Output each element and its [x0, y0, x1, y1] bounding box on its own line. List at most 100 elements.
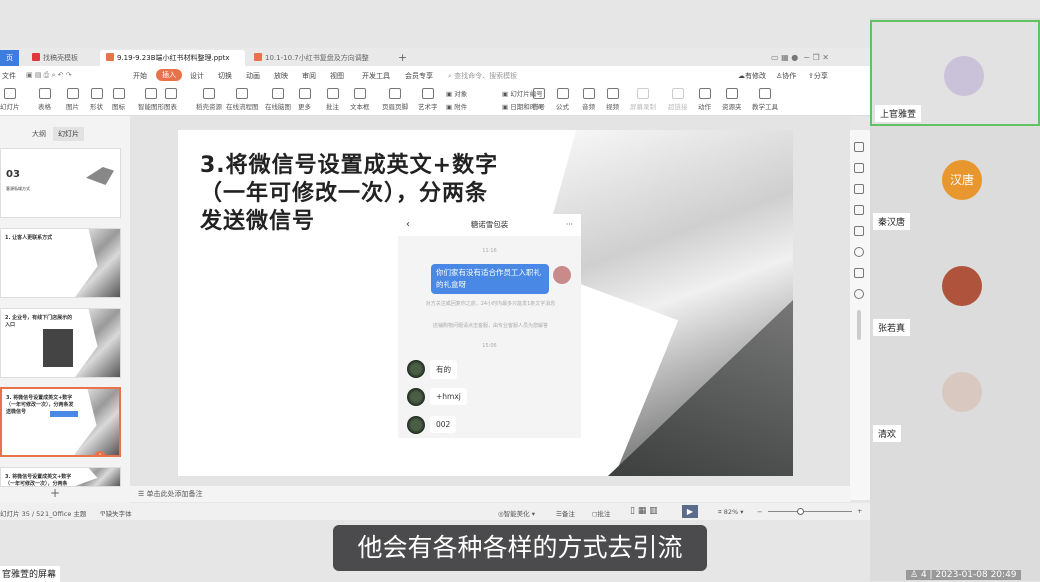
menu-review[interactable]: 审阅 — [302, 71, 316, 81]
menu-animation[interactable]: 动画 — [246, 71, 260, 81]
search-command[interactable]: ⌕ 查找命令、搜索模板 — [448, 71, 517, 81]
ribbon-button[interactable]: 智能图形 — [138, 88, 164, 111]
ribbon-button[interactable]: 符号 — [532, 88, 545, 111]
title-line: 3.将微信号设置成英文+数字 — [200, 153, 499, 178]
ribbon-label: 形状 — [90, 103, 103, 111]
zoom-out-button[interactable]: − — [757, 508, 762, 516]
tab-outline[interactable]: 大纲 — [32, 129, 46, 139]
add-slide-button[interactable]: + — [50, 486, 60, 500]
add-slide-icon[interactable]: + — [94, 451, 106, 455]
participant-tile[interactable]: 清欢 — [870, 338, 1040, 444]
slide-thumbnail-selected[interactable]: 3. 将微信号设置成英文+数字（一年可修改一次），分两条发送微信号 + — [0, 387, 121, 457]
ribbon-button[interactable]: 图片 — [66, 88, 79, 111]
ribbon-label: 页眉页脚 — [382, 103, 408, 111]
view-buttons[interactable]: ▯ ▦ ▥ — [630, 506, 658, 516]
ribbon-button[interactable]: 教学工具 — [752, 88, 778, 111]
meeting-info-text: 4 | 2023-01-08 20:49 — [920, 570, 1017, 580]
slide-thumbnail[interactable]: 3. 将微信号设置成英文+数字（一年可修改一次），分两条 — [0, 467, 121, 487]
ribbon-button[interactable]: 形状 — [90, 88, 103, 111]
ribbon-button[interactable]: 动作 — [698, 88, 711, 111]
ribbon-button[interactable]: 屏幕录制 — [630, 88, 656, 111]
pin-icon[interactable] — [854, 184, 864, 194]
ribbon-button[interactable]: 音频 — [582, 88, 595, 111]
ribbon-button[interactable]: ▣ 附件 — [446, 101, 467, 111]
ribbon-icon: ▣ — [446, 90, 455, 98]
menu-home[interactable]: 开始 — [133, 71, 147, 81]
search-placeholder: 查找命令、搜索模板 — [454, 72, 518, 80]
settings-icon[interactable] — [854, 163, 864, 173]
ribbon-label: 动作 — [698, 103, 711, 111]
ribbon-icon — [298, 88, 311, 99]
share-button[interactable]: ⇪分享 — [808, 71, 828, 81]
slide-thumbnail[interactable]: 1. 让客人更联系方式 — [0, 228, 121, 298]
ribbon-icon — [532, 88, 545, 99]
participant-tile[interactable]: 张若真 — [870, 232, 1040, 338]
zoom-in-button[interactable]: + — [857, 507, 862, 515]
beautify-button[interactable]: ◎智能美化 ▾ — [498, 508, 535, 518]
zoom-level[interactable]: ⌗ 82% ▾ — [718, 508, 744, 517]
tab-doc2[interactable]: 10.1-10.7小红书复盘及方向调整 — [248, 50, 375, 66]
ribbon-button[interactable]: 在线流程图 — [226, 88, 259, 111]
window-controls[interactable]: ▭ ▦ ● − ❐ ✕ — [765, 50, 835, 66]
ribbon-button[interactable]: 图表 — [164, 88, 177, 111]
menu-view[interactable]: 视图 — [330, 71, 344, 81]
property-icon[interactable] — [854, 142, 864, 152]
tab-home[interactable]: 页 — [0, 50, 19, 66]
ppt-icon — [254, 53, 262, 61]
shape-icon[interactable] — [854, 226, 864, 236]
menu-transition[interactable]: 切换 — [218, 71, 232, 81]
quick-access-toolbar[interactable]: ▣ ▤ ⎙ ⌕ ↶ ↷ — [26, 71, 72, 80]
tab-current-doc[interactable]: 9.19-9.23B端小红书材料整理.pptx — [100, 50, 245, 66]
collaborate-button[interactable]: ♙协作 — [776, 71, 796, 81]
ribbon-button[interactable]: 公式 — [556, 88, 569, 111]
participant-tile[interactable]: 上官雅萱 — [870, 20, 1040, 126]
ribbon-label: 屏幕录制 — [630, 103, 656, 111]
help-icon[interactable] — [854, 289, 864, 299]
image-icon[interactable] — [854, 205, 864, 215]
menu-member[interactable]: 会员专享 — [405, 71, 433, 81]
ppt-icon — [106, 53, 114, 61]
tab-slides[interactable]: 幻灯片 — [53, 127, 84, 141]
comment-button[interactable]: ◻批注 — [592, 508, 610, 518]
notes-field[interactable]: ☰ 单击此处添加备注 — [130, 486, 850, 502]
menu-design[interactable]: 设计 — [190, 71, 204, 81]
ribbon-button[interactable]: 更多 — [298, 88, 311, 111]
menu-developer[interactable]: 开发工具 — [362, 71, 390, 81]
slide-thumbnail[interactable]: 2. 企业号，有线下门店展示的入口 — [0, 308, 121, 378]
zoom-slider[interactable] — [768, 511, 852, 512]
ribbon-button[interactable]: 表格 — [38, 88, 51, 111]
slide-thumbnail[interactable]: 03 客源私域方式 — [0, 148, 121, 218]
slide[interactable]: 3.将微信号设置成英文+数字 （一年可修改一次），分两条 发送微信号 ‹ 糖诺雪… — [178, 130, 793, 476]
new-tab-button[interactable]: + — [392, 48, 413, 64]
participant-tile[interactable]: 汉唐 秦汉唐 — [870, 126, 1040, 232]
menu-insert[interactable]: 插入 — [156, 69, 182, 81]
book-icon[interactable] — [854, 268, 864, 278]
menu-file[interactable]: 文件 — [2, 71, 16, 81]
ribbon-button[interactable]: ▣ 对象 — [446, 88, 467, 98]
missing-font-button[interactable]: Ͳ缺失字体 — [100, 508, 132, 518]
ribbon-button[interactable]: 文本框 — [350, 88, 370, 111]
thumb-shape — [86, 167, 114, 185]
ribbon-label: 超链接 — [668, 103, 688, 111]
ribbon-button[interactable]: 视频 — [606, 88, 619, 111]
tab-template[interactable]: 找稿壳模板 — [26, 50, 84, 66]
ribbon-button[interactable]: 稻壳资源 — [196, 88, 222, 111]
ribbon-button[interactable]: 在线脑图 — [265, 88, 291, 111]
ribbon-button[interactable]: 页眉页脚 — [382, 88, 408, 111]
ribbon-button[interactable]: 资源夹 — [722, 88, 742, 111]
my-message: 你们家有没有适合作员工入职礼的礼盒呀 — [431, 264, 549, 294]
ribbon-button[interactable]: 艺术字 — [418, 88, 438, 111]
scrollbar[interactable] — [857, 310, 861, 340]
play-button[interactable]: ▶ — [682, 505, 698, 518]
notes-button[interactable]: ☰备注 — [556, 508, 575, 518]
ribbon-button[interactable]: 批注 — [326, 88, 339, 111]
location-icon[interactable] — [854, 247, 864, 257]
ribbon-button[interactable]: 超链接 — [668, 88, 688, 111]
menu-slideshow[interactable]: 放映 — [274, 71, 288, 81]
ribbon-button[interactable]: 图标 — [112, 88, 125, 111]
avatar — [942, 266, 982, 306]
ribbon-button[interactable]: 幻灯片 — [0, 88, 20, 111]
modified-button[interactable]: ☁有修改 — [738, 71, 766, 81]
zoom-slider-handle[interactable] — [797, 508, 804, 515]
ribbon-label: 文本框 — [350, 103, 370, 111]
